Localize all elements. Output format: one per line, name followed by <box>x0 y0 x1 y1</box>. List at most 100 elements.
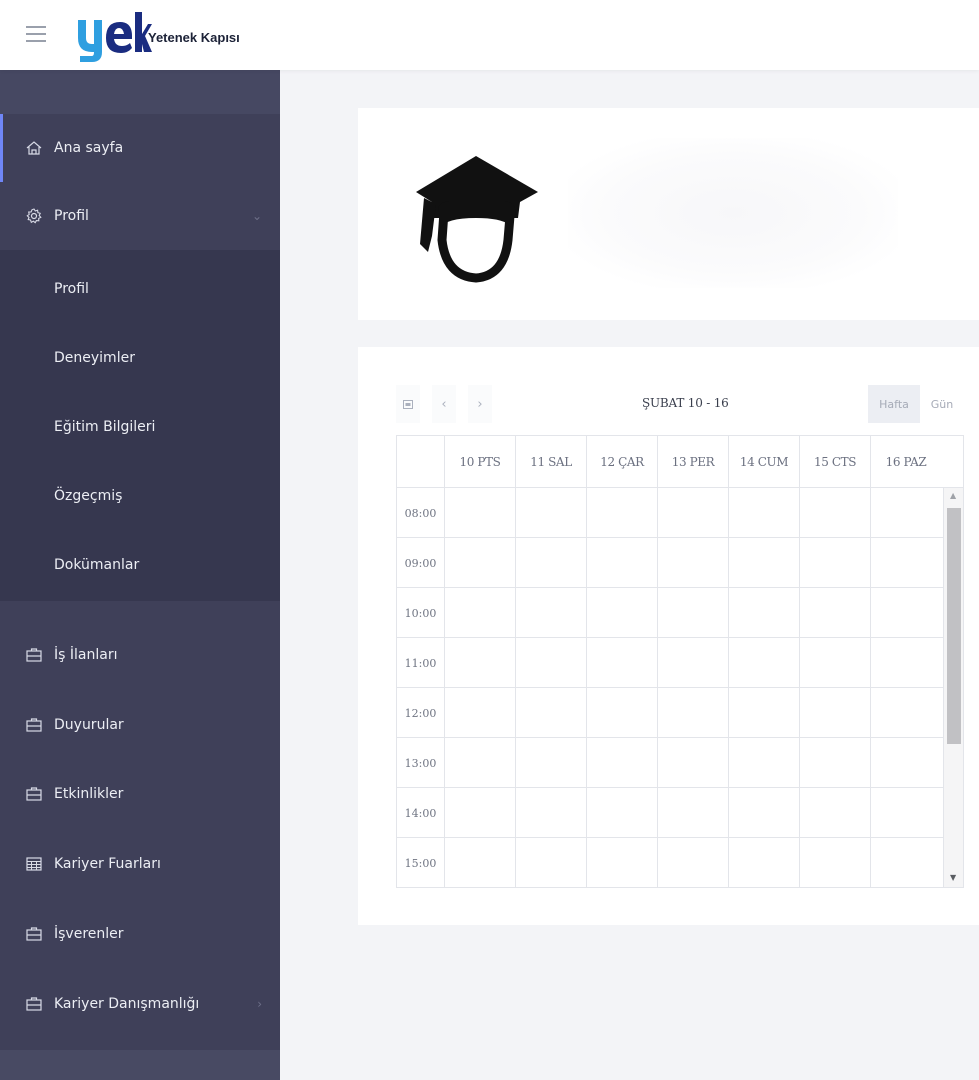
scroll-up-icon[interactable]: ▲ <box>950 491 956 500</box>
submenu-item-profile[interactable]: Profil <box>0 254 280 323</box>
calendar-time-slot[interactable] <box>870 738 941 788</box>
calendar-time-slot[interactable] <box>799 588 870 638</box>
sidebar: Ana sayfa Profil ⌄ Profil Deneyimler Eği… <box>0 70 280 1080</box>
calendar-time-slot[interactable] <box>586 788 657 838</box>
calendar-time-slot[interactable] <box>444 588 515 638</box>
calendar-time-slot[interactable] <box>728 588 799 638</box>
calendar-time-slot[interactable] <box>515 688 586 738</box>
calendar-time-slot[interactable] <box>515 838 586 888</box>
calendar-time-slot[interactable] <box>657 788 728 838</box>
chevron-down-icon: ⌄ <box>251 209 262 223</box>
sidebar-item-events[interactable]: Etkinlikler <box>0 760 280 828</box>
calendar-time-slot[interactable] <box>728 638 799 688</box>
calendar-time-slot[interactable] <box>799 638 870 688</box>
calendar-today-icon[interactable] <box>396 385 420 423</box>
calendar-time-slot[interactable] <box>799 738 870 788</box>
day-column-header: 12 ÇAR <box>586 436 657 488</box>
calendar-time-slot[interactable] <box>657 488 728 538</box>
calendar-toolbar: ‹ › ŞUBAT 10 - 16 Hafta Gün <box>396 385 964 423</box>
day-column-header: 15 CTS <box>799 436 870 488</box>
sidebar-item-label: Duyurular <box>54 717 124 733</box>
calendar-time-slot[interactable] <box>870 538 941 588</box>
briefcase-icon <box>24 645 44 665</box>
calendar-scrollbar[interactable]: ▲ ▼ <box>943 488 963 887</box>
calendar-time-slot[interactable] <box>444 688 515 738</box>
sidebar-item-job-postings[interactable]: İş İlanları <box>0 621 280 689</box>
calendar-time-slot[interactable] <box>515 738 586 788</box>
time-slot-row: 13:00 <box>397 738 943 788</box>
calendar-time-slot[interactable] <box>870 488 941 538</box>
submenu-item-documents[interactable]: Dokümanlar <box>0 530 280 599</box>
calendar-time-slot[interactable] <box>657 588 728 638</box>
calendar-time-slot[interactable] <box>515 788 586 838</box>
calendar-time-slot[interactable] <box>586 638 657 688</box>
calendar-time-slot[interactable] <box>728 488 799 538</box>
calendar-time-slot[interactable] <box>586 688 657 738</box>
calendar-time-slot[interactable] <box>870 838 941 888</box>
hamburger-menu-icon[interactable] <box>26 26 46 42</box>
calendar-time-slot[interactable] <box>870 688 941 738</box>
calendar-time-slot[interactable] <box>586 738 657 788</box>
calendar-time-slot[interactable] <box>657 838 728 888</box>
calendar-time-slot[interactable] <box>728 838 799 888</box>
calendar-time-slot[interactable] <box>444 638 515 688</box>
sidebar-item-career-fairs[interactable]: Kariyer Fuarları <box>0 830 280 898</box>
calendar-time-slot[interactable] <box>444 488 515 538</box>
submenu-item-education[interactable]: Eğitim Bilgileri <box>0 392 280 461</box>
calendar-time-slot[interactable] <box>515 638 586 688</box>
prev-week-icon[interactable]: ‹ <box>432 385 456 423</box>
calendar-time-slot[interactable] <box>799 688 870 738</box>
sidebar-header <box>0 70 280 114</box>
calendar-grid-icon <box>24 854 44 874</box>
day-column-header: 11 SAL <box>515 436 586 488</box>
next-week-icon[interactable]: › <box>468 385 492 423</box>
calendar-time-slot[interactable] <box>728 538 799 588</box>
calendar-time-slot[interactable] <box>657 638 728 688</box>
calendar-time-slot[interactable] <box>870 638 941 688</box>
view-day-button[interactable]: Gün <box>920 385 964 423</box>
calendar-time-slot[interactable] <box>728 738 799 788</box>
calendar-time-slot[interactable] <box>657 538 728 588</box>
calendar-time-slot[interactable] <box>870 788 941 838</box>
calendar-time-slot[interactable] <box>799 788 870 838</box>
sidebar-item-label: İşverenler <box>54 926 124 942</box>
day-column-header: 14 CUM <box>728 436 799 488</box>
calendar-time-slot[interactable] <box>586 488 657 538</box>
calendar-time-slot[interactable] <box>586 538 657 588</box>
calendar-time-slot[interactable] <box>444 738 515 788</box>
time-label: 11:00 <box>404 656 437 670</box>
calendar-time-slot[interactable] <box>870 588 941 638</box>
chevron-right-icon: › <box>257 997 262 1011</box>
sidebar-item-announcements[interactable]: Duyurular <box>0 691 280 759</box>
view-week-button[interactable]: Hafta <box>868 385 920 423</box>
time-label: 15:00 <box>404 856 437 870</box>
calendar-time-slot[interactable] <box>515 488 586 538</box>
calendar-time-slot[interactable] <box>444 538 515 588</box>
sidebar-item-home[interactable]: Ana sayfa <box>0 114 280 182</box>
scrollbar-thumb[interactable] <box>947 508 961 744</box>
calendar-time-slot[interactable] <box>657 688 728 738</box>
scroll-down-icon[interactable]: ▼ <box>950 873 956 882</box>
calendar-time-slot[interactable] <box>586 838 657 888</box>
calendar-time-slot[interactable] <box>444 838 515 888</box>
brand-logo[interactable]: Yetenek Kapısı <box>72 8 240 64</box>
calendar-time-slot[interactable] <box>799 838 870 888</box>
calendar-time-slot[interactable] <box>799 538 870 588</box>
submenu-item-resume[interactable]: Özgeçmiş <box>0 461 280 530</box>
calendar-time-slot[interactable] <box>799 488 870 538</box>
calendar-time-slot[interactable] <box>657 738 728 788</box>
time-slot-row: 11:00 <box>397 638 943 688</box>
calendar-time-slot[interactable] <box>728 688 799 738</box>
sidebar-item-employers[interactable]: İşverenler <box>0 900 280 968</box>
calendar-time-slot[interactable] <box>515 538 586 588</box>
calendar-time-slot[interactable] <box>444 788 515 838</box>
calendar-time-slot[interactable] <box>515 588 586 638</box>
calendar-time-slot[interactable] <box>728 788 799 838</box>
submenu-item-experiences[interactable]: Deneyimler <box>0 323 280 392</box>
sidebar-item-career-counseling[interactable]: Kariyer Danışmanlığı › <box>0 970 280 1038</box>
time-slot-row: 08:00 <box>397 488 943 538</box>
graduate-avatar-icon[interactable] <box>410 144 542 284</box>
profile-submenu: Profil Deneyimler Eğitim Bilgileri Özgeç… <box>0 250 280 601</box>
calendar-time-slot[interactable] <box>586 588 657 638</box>
sidebar-item-profile[interactable]: Profil ⌄ <box>0 182 280 250</box>
